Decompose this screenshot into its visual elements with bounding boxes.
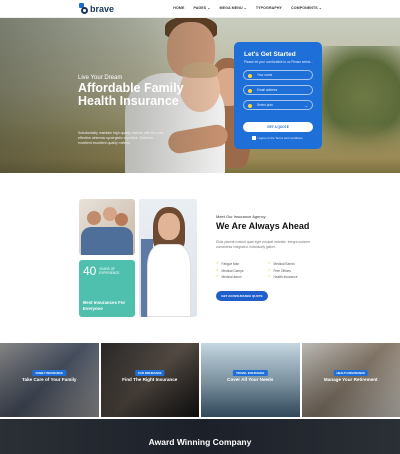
feature-label: Fatigue Man bbox=[221, 262, 240, 266]
terms-checkbox[interactable] bbox=[252, 136, 256, 140]
about-description: Dicta placeat nostrud quae eget volutpat… bbox=[216, 240, 310, 249]
quote-form-card: Let's Get Started Please let your comfor… bbox=[234, 42, 322, 149]
experience-number: 40 bbox=[83, 264, 97, 278]
experience-title: Best Insurances For Everyone bbox=[83, 300, 126, 311]
name-input-placeholder: Your name bbox=[257, 73, 273, 77]
service-label: Cover All Your Needs bbox=[227, 377, 274, 382]
chevron-down-icon: ⌄ bbox=[304, 103, 308, 108]
site-header: brave HOME PAGES ⌄ MEGA MENU ⌄ TYPOGRAPH… bbox=[0, 0, 400, 18]
email-input[interactable]: Email address bbox=[243, 85, 313, 95]
feature-list: ✓ Fatigue Man ✓ Medical Earnin ✓ Medical Ca… bbox=[216, 262, 316, 279]
service-tag: FAMILY INSURANCE bbox=[32, 370, 66, 376]
plan-select-placeholder: Select plan bbox=[257, 103, 273, 107]
experience-box: 40 YEARS OF EXPERIENCE Best Insurances F… bbox=[79, 260, 135, 317]
service-label: Find The Right Insurance bbox=[122, 377, 178, 382]
hero-banner: Live Your Dream Affordable Family Health… bbox=[0, 18, 400, 173]
terms-checkbox-row: I agree to the Terms and conditions bbox=[252, 136, 303, 140]
service-card-travel[interactable]: TRAVEL INSURANCE Cover All Your Needs bbox=[201, 343, 300, 417]
quote-form-subtitle: Please let your comfortable to us Please… bbox=[244, 60, 313, 64]
about-kicker: Meet Our Insurance Agency bbox=[216, 214, 266, 219]
service-label: Take Care of Your Family bbox=[22, 377, 77, 382]
check-icon: ✓ bbox=[216, 261, 219, 266]
nav-item-typography[interactable]: TYPOGRAPHY bbox=[256, 6, 282, 10]
award-title: Award Winning Company bbox=[148, 437, 252, 447]
user-icon bbox=[248, 74, 252, 78]
nav-item-home[interactable]: HOME bbox=[173, 6, 184, 10]
check-icon: ✓ bbox=[268, 267, 271, 272]
feature-label: Medical Camps bbox=[221, 268, 244, 273]
hero-description: Substantially maintain high quality metr… bbox=[78, 131, 164, 145]
about-title: We Are Always Ahead bbox=[216, 221, 310, 231]
hero-overlay bbox=[0, 18, 400, 173]
logo[interactable]: brave bbox=[79, 3, 114, 14]
logo-icon bbox=[79, 3, 88, 14]
feature-label: Medical aaron bbox=[221, 275, 242, 279]
service-tag: HEALTH INSURANCE bbox=[333, 370, 369, 376]
nav-item-mega-menu[interactable]: MEGA MENU ⌄ bbox=[220, 6, 247, 10]
nav-item-components[interactable]: COMPONENTS ⌄ bbox=[291, 6, 322, 10]
insurance-quote-button[interactable]: GET AN INSURANCE QUOTE bbox=[216, 291, 268, 301]
quote-form-title: Let's Get Started bbox=[244, 51, 296, 58]
main-nav: HOME PAGES ⌄ MEGA MENU ⌄ TYPOGRAPHY COMP… bbox=[173, 6, 322, 10]
hero-title: Affordable Family Health Insurance bbox=[78, 81, 184, 108]
logo-text: brave bbox=[90, 3, 115, 14]
feature-label: Health Insurance bbox=[273, 275, 298, 279]
award-banner: Award Winning Company bbox=[0, 419, 400, 454]
feature-item: ✓ Medical Earnin bbox=[268, 262, 316, 266]
check-icon: ✓ bbox=[216, 267, 219, 272]
check-icon: ✓ bbox=[268, 261, 271, 266]
terms-label: I agree to the Terms and conditions bbox=[257, 136, 303, 140]
feature-label: Medical Earnin bbox=[273, 262, 295, 266]
service-cards: FAMILY INSURANCE Take Care of Your Famil… bbox=[0, 343, 400, 417]
nav-item-pages[interactable]: PAGES ⌄ bbox=[193, 6, 210, 10]
check-icon: ✓ bbox=[216, 274, 219, 279]
service-tag: TRAVEL INSURANCE bbox=[233, 370, 268, 376]
feature-label: Free Offices bbox=[273, 268, 291, 273]
mail-icon bbox=[248, 89, 252, 93]
feature-item: ✓ Health Insurance bbox=[268, 275, 316, 279]
service-tag: CAR INSURANCE bbox=[135, 370, 165, 376]
name-input[interactable]: Your name bbox=[243, 70, 313, 80]
plan-select[interactable]: Select plan ⌄ bbox=[243, 100, 313, 110]
check-icon: ✓ bbox=[268, 274, 271, 279]
service-card-car[interactable]: CAR INSURANCE Find The Right Insurance bbox=[100, 343, 199, 417]
service-card-family[interactable]: FAMILY INSURANCE Take Care of Your Famil… bbox=[0, 343, 99, 417]
feature-item: ✓ Fatigue Man bbox=[216, 262, 264, 266]
email-input-placeholder: Email address bbox=[257, 88, 278, 92]
about-photo-team bbox=[79, 199, 135, 255]
service-label: Manage Your Retirement bbox=[323, 377, 378, 382]
service-card-health[interactable]: HEALTH INSURANCE Manage Your Retirement bbox=[301, 343, 400, 417]
feature-item: ✓ Free Offices bbox=[268, 267, 316, 273]
feature-item: ✓ Medical Camps bbox=[216, 267, 264, 273]
feature-item: ✓ Medical aaron bbox=[216, 275, 264, 279]
experience-label: YEARS OF EXPERIENCE bbox=[99, 267, 120, 275]
list-icon bbox=[248, 104, 252, 108]
about-photo-agent bbox=[139, 199, 197, 317]
get-quote-button[interactable]: GET A QUOTE bbox=[243, 122, 313, 132]
